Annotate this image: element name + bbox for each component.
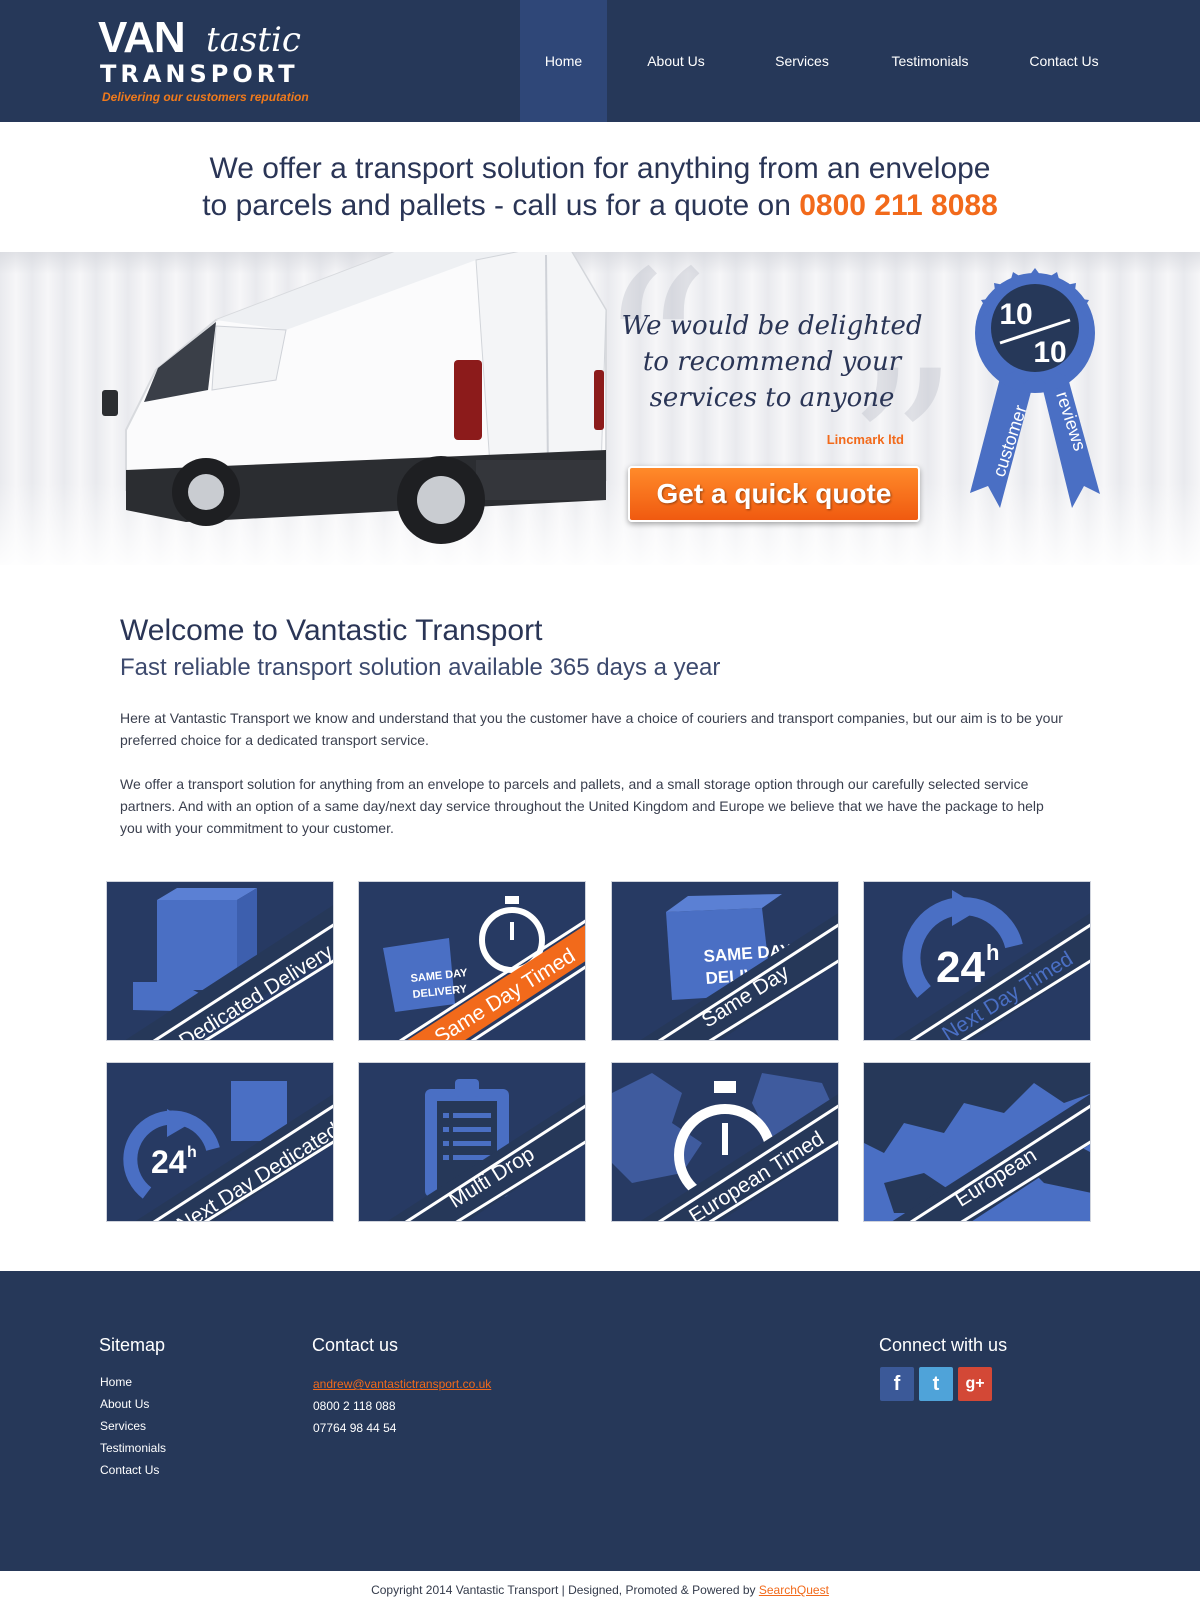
hero-banner: “ ” We would be delighted to recommend y…: [0, 252, 1200, 565]
searchquest-link[interactable]: SearchQuest: [759, 1583, 829, 1597]
footer-link-testimonials[interactable]: Testimonials: [100, 1441, 166, 1455]
quote-author: Lincmark ltd: [826, 432, 904, 447]
24h-box-icon: 24 h: [123, 1081, 333, 1221]
copyright-text: Copyright 2014 Vantastic Transport | Des…: [371, 1583, 759, 1597]
badge-top-number: 10: [999, 298, 1032, 331]
stopwatch-map-icon: [612, 1073, 838, 1221]
logo-van: VAN: [98, 13, 186, 62]
facebook-icon[interactable]: f: [880, 1367, 914, 1401]
service-tile-european[interactable]: European: [863, 1062, 1091, 1222]
connect-title: Connect with us: [879, 1335, 1008, 1355]
hand-box-icon: [125, 888, 333, 1040]
google-plus-icon[interactable]: g+: [958, 1367, 992, 1401]
copyright-bar: Copyright 2014 Vantastic Transport | Des…: [0, 1583, 1200, 1597]
nav-contact-us[interactable]: Contact Us: [1010, 0, 1118, 122]
nav-services[interactable]: Services: [752, 0, 852, 122]
24h-arrow-icon: 24 h: [892, 890, 1090, 1040]
clipboard-icon: [387, 1079, 585, 1221]
contact-phone-2: 07764 98 44 54: [313, 1421, 397, 1435]
service-tile-same-day[interactable]: SAME DAY DELIV Same Day: [611, 881, 839, 1041]
box-icon: SAME DAY DELIV: [640, 894, 838, 1040]
tagline-phone[interactable]: 0800 211 8088: [799, 189, 998, 222]
site-header: VAN tastic TRANSPORT Delivering our cust…: [0, 0, 1200, 122]
sitemap-title: Sitemap: [99, 1335, 166, 1355]
logo-transport: TRANSPORT: [100, 60, 299, 88]
quote-line1: We would be delighted: [621, 311, 923, 341]
footer-link-about-us[interactable]: About Us: [100, 1397, 149, 1411]
van-illustration: [102, 252, 607, 544]
service-tile-multi-drop[interactable]: Multi Drop: [358, 1062, 586, 1222]
footer-link-services[interactable]: Services: [100, 1419, 146, 1433]
contact-phone-1: 0800 2 118 088: [313, 1399, 396, 1413]
contact-email-link[interactable]: andrew@vantastictransport.co.uk: [313, 1377, 491, 1391]
contact-title: Contact us: [312, 1335, 399, 1355]
service-tile-european-timed[interactable]: European Timed: [611, 1062, 839, 1222]
quote-line3: services to anyone: [649, 383, 895, 413]
page: VAN tastic TRANSPORT Delivering our cust…: [0, 0, 1200, 1617]
welcome-paragraph-2: We offer a transport solution for anythi…: [120, 776, 1044, 836]
service-tile-next-day-timed[interactable]: 24 h Next Day Timed: [863, 881, 1091, 1041]
badge-bottom-number: 10: [1033, 336, 1066, 369]
footer-link-contact-us[interactable]: Contact Us: [100, 1463, 159, 1477]
logo[interactable]: VAN tastic TRANSPORT Delivering our cust…: [98, 16, 328, 108]
nav-about-us[interactable]: About Us: [626, 0, 726, 122]
service-tile-dedicated-delivery[interactable]: Dedicated Delivery: [106, 881, 334, 1041]
headline-tagline: We offer a transport solution for anythi…: [0, 150, 1200, 224]
logo-tastic: tastic: [206, 20, 301, 60]
stopwatch-box-icon: SAME DAY DELIVERY: [383, 896, 585, 1040]
twitter-icon[interactable]: t: [919, 1367, 953, 1401]
welcome-subtitle: Fast reliable transport solution availab…: [120, 654, 721, 681]
get-quote-button[interactable]: Get a quick quote: [628, 466, 920, 522]
site-footer: Sitemap Home About Us Services Testimoni…: [0, 1271, 1200, 1571]
europe-map-icon: [864, 1063, 1090, 1221]
tile-24-big: 24: [936, 943, 985, 992]
logo-tagline: Delivering our customers reputation: [102, 90, 309, 104]
footer-link-home[interactable]: Home: [100, 1375, 132, 1389]
welcome-paragraph-1: Here at Vantastic Transport we know and …: [120, 710, 1063, 748]
nav-testimonials[interactable]: Testimonials: [876, 0, 984, 122]
tagline-line2-text: to parcels and pallets - call us for a q…: [202, 189, 800, 222]
nav-home[interactable]: Home: [520, 0, 607, 122]
tagline-line1: We offer a transport solution for anythi…: [209, 152, 991, 185]
tile-24-sup: h: [986, 940, 999, 965]
testimonial-quote: We would be delighted to recommend your …: [612, 308, 932, 416]
tile-24-sup: h: [187, 1144, 197, 1161]
rating-badge-icon: 10 10 customer reviews: [970, 268, 1100, 508]
quote-line2: to recommend your: [642, 347, 902, 377]
service-tile-same-day-timed[interactable]: SAME DAY DELIVERY Same Day Timed: [358, 881, 586, 1041]
welcome-title: Welcome to Vantastic Transport: [120, 614, 543, 647]
tile-24-big: 24: [151, 1144, 187, 1180]
tagline-line2: to parcels and pallets - call us for a q…: [0, 187, 1200, 224]
service-tile-next-day-dedicated[interactable]: 24 h Next Day Dedicated: [106, 1062, 334, 1222]
